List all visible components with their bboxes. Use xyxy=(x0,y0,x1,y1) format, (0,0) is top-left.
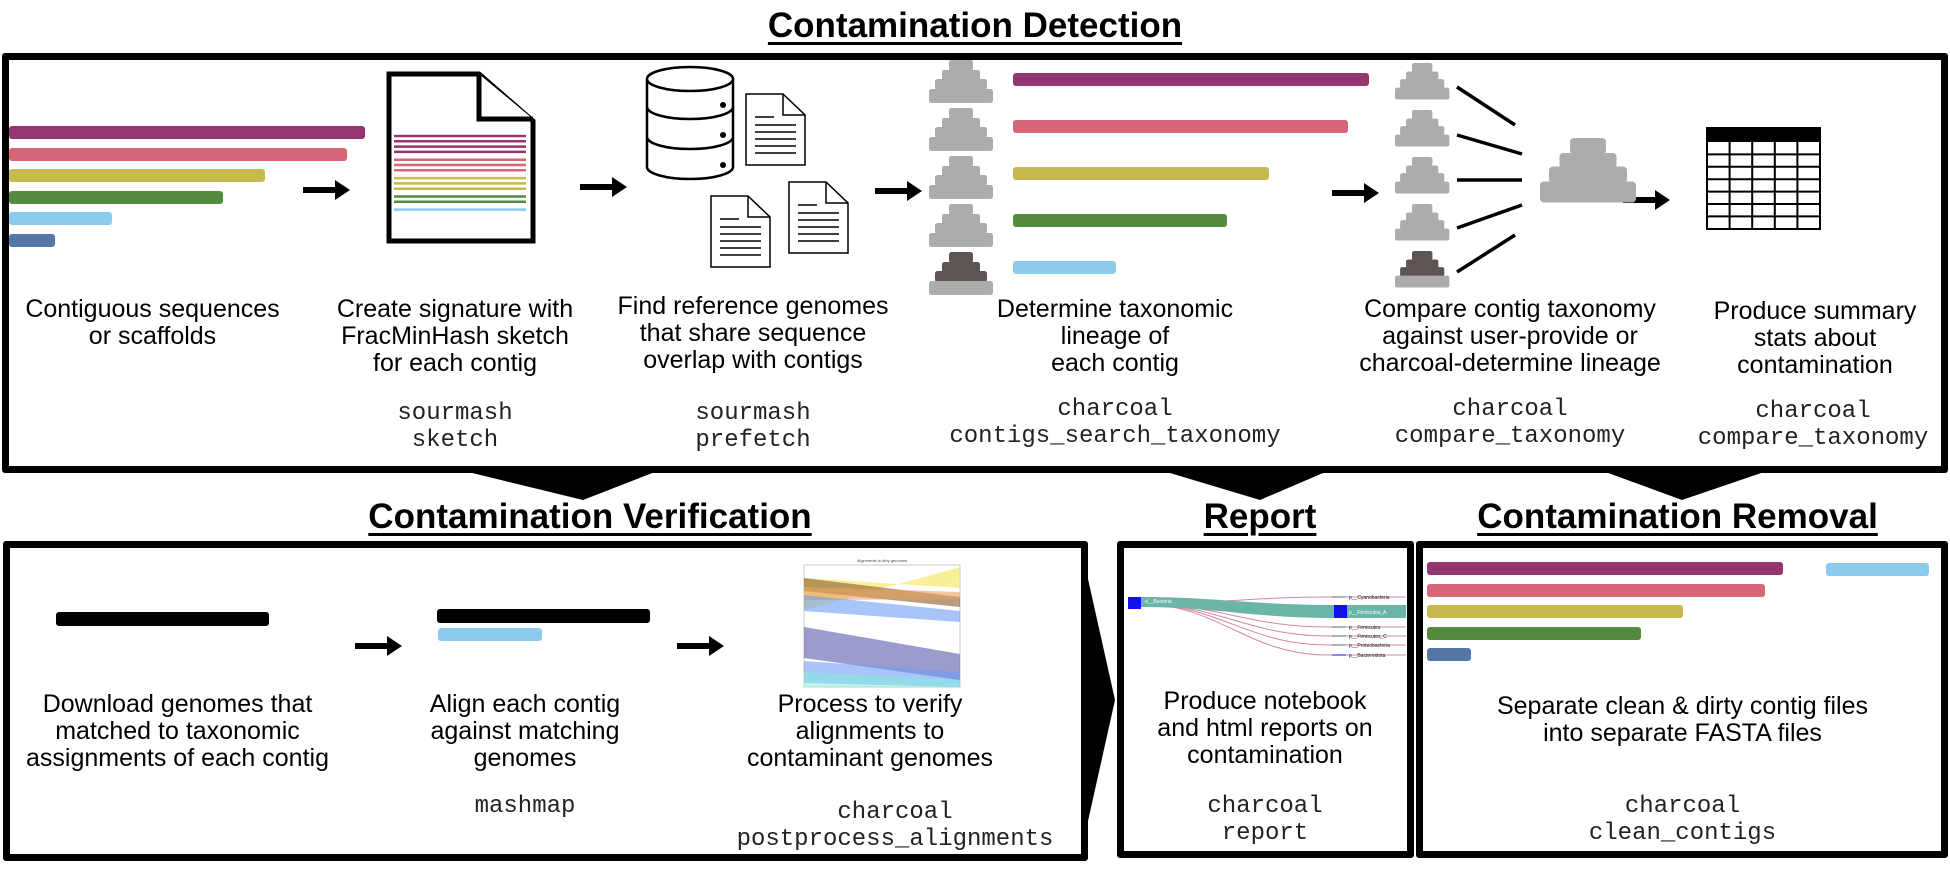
alignment-plot-thumbnail: Alignments to dirty genomes xyxy=(803,558,961,688)
removal-description: Separate clean & dirty contig files into… xyxy=(1496,692,1869,747)
taxonomy-pyramid-icon xyxy=(929,204,993,247)
removal-command: charcoal clean_contigs xyxy=(1588,793,1777,847)
chevron-to-verification xyxy=(460,470,660,500)
step-command: sourmash prefetch xyxy=(695,400,811,454)
arrow-icon xyxy=(875,181,922,201)
taxonomy-lineage-figure xyxy=(929,60,1369,295)
step-description: Contiguous sequences or scaffolds xyxy=(25,295,280,350)
taxonomy-pyramid-icon xyxy=(929,252,993,295)
clean-contig-bar xyxy=(1427,626,1641,640)
chevron-to-report xyxy=(1160,470,1330,500)
reference-genome-document-icon xyxy=(745,93,806,166)
arrow-icon xyxy=(303,180,350,200)
aligned-contig-bar xyxy=(438,628,542,641)
step-command: charcoal compare_taxonomy xyxy=(1697,398,1929,452)
sankey-label: p__Firmicutes_C xyxy=(1349,634,1387,640)
taxonomy-pyramid-icon xyxy=(929,60,993,103)
plot-title: Alignments to dirty genomes xyxy=(857,558,907,563)
contig-bar xyxy=(9,169,265,182)
database-icon xyxy=(645,65,735,181)
clean-contig-bar xyxy=(1427,583,1765,597)
sankey-node xyxy=(1128,597,1141,609)
compare-taxonomy-figure xyxy=(1395,63,1675,293)
report-command: charcoal report xyxy=(1207,793,1323,847)
clean-contig-bar xyxy=(1427,562,1783,575)
step-command: charcoal postprocess_alignments xyxy=(736,799,1054,853)
sankey-report-thumbnail: d__Bacteria p__Cyanobacteria p__Firmicutes… xyxy=(1128,595,1406,659)
contig-bar xyxy=(1013,261,1116,274)
summary-table-icon xyxy=(1706,127,1821,230)
contig-bar xyxy=(1013,120,1348,133)
step-command: charcoal compare_taxonomy xyxy=(1394,396,1626,450)
step-description: Compare contig taxonomy against user-pro… xyxy=(1359,295,1661,377)
sankey-label: p__Bacteroidota xyxy=(1349,653,1386,659)
step-description: Find reference genomes that share sequen… xyxy=(617,292,889,374)
sankey-label: d__Bacteria xyxy=(1145,599,1172,605)
arrow-icon xyxy=(677,636,724,656)
step-description: Process to verify alignments to contamin… xyxy=(747,690,993,772)
contig-bar xyxy=(9,212,112,225)
contig-bar xyxy=(9,233,55,247)
reference-genome-bar xyxy=(56,612,269,626)
sankey-node xyxy=(1334,605,1347,618)
dirty-contig-bar xyxy=(1826,563,1929,576)
contig-bar xyxy=(1013,167,1269,180)
report-description: Produce notebook and html reports on con… xyxy=(1157,687,1373,769)
arrow-icon xyxy=(355,636,402,656)
step-description: Align each contig against matching genom… xyxy=(429,690,621,772)
clean-contig-bar xyxy=(1427,648,1471,661)
chevron-to-removal xyxy=(1600,470,1770,500)
step-description: Determine taxonomic lineage of each cont… xyxy=(996,295,1234,377)
signature-document-icon xyxy=(386,71,536,244)
sankey-label: p__Firmicutes xyxy=(1349,625,1381,631)
contig-bar xyxy=(1013,214,1227,227)
contig-bar xyxy=(9,190,223,204)
lineage-connector-lines xyxy=(1456,85,1523,274)
sankey-label: p__Proteobacteria xyxy=(1349,643,1390,649)
contig-bar xyxy=(1013,73,1369,86)
reference-genome-document-icon xyxy=(710,195,771,268)
arrow-icon xyxy=(580,177,627,197)
taxonomy-pyramid-icon xyxy=(929,108,993,151)
step-command: mashmap xyxy=(474,793,576,820)
sankey-label: p__Cyanobacteria xyxy=(1349,595,1390,601)
contig-bar xyxy=(9,126,365,139)
step-description: Produce summary stats about contaminatio… xyxy=(1713,297,1917,379)
step-command: sourmash sketch xyxy=(397,400,513,454)
taxonomy-pyramid-icon xyxy=(929,156,993,199)
clean-contig-bar xyxy=(1427,605,1683,618)
step-description: Download genomes that matched to taxonom… xyxy=(26,690,329,772)
reference-genome-document-icon xyxy=(788,181,849,254)
reference-genome-bar xyxy=(437,609,650,623)
sankey-label: p__Firmicutes_A xyxy=(1349,610,1387,616)
step-description: Create signature with FracMinHash sketch… xyxy=(336,295,574,377)
clean-contig-bars xyxy=(1427,562,1807,672)
contig-bar xyxy=(9,147,347,161)
step-command: charcoal contigs_search_taxonomy xyxy=(949,396,1281,450)
